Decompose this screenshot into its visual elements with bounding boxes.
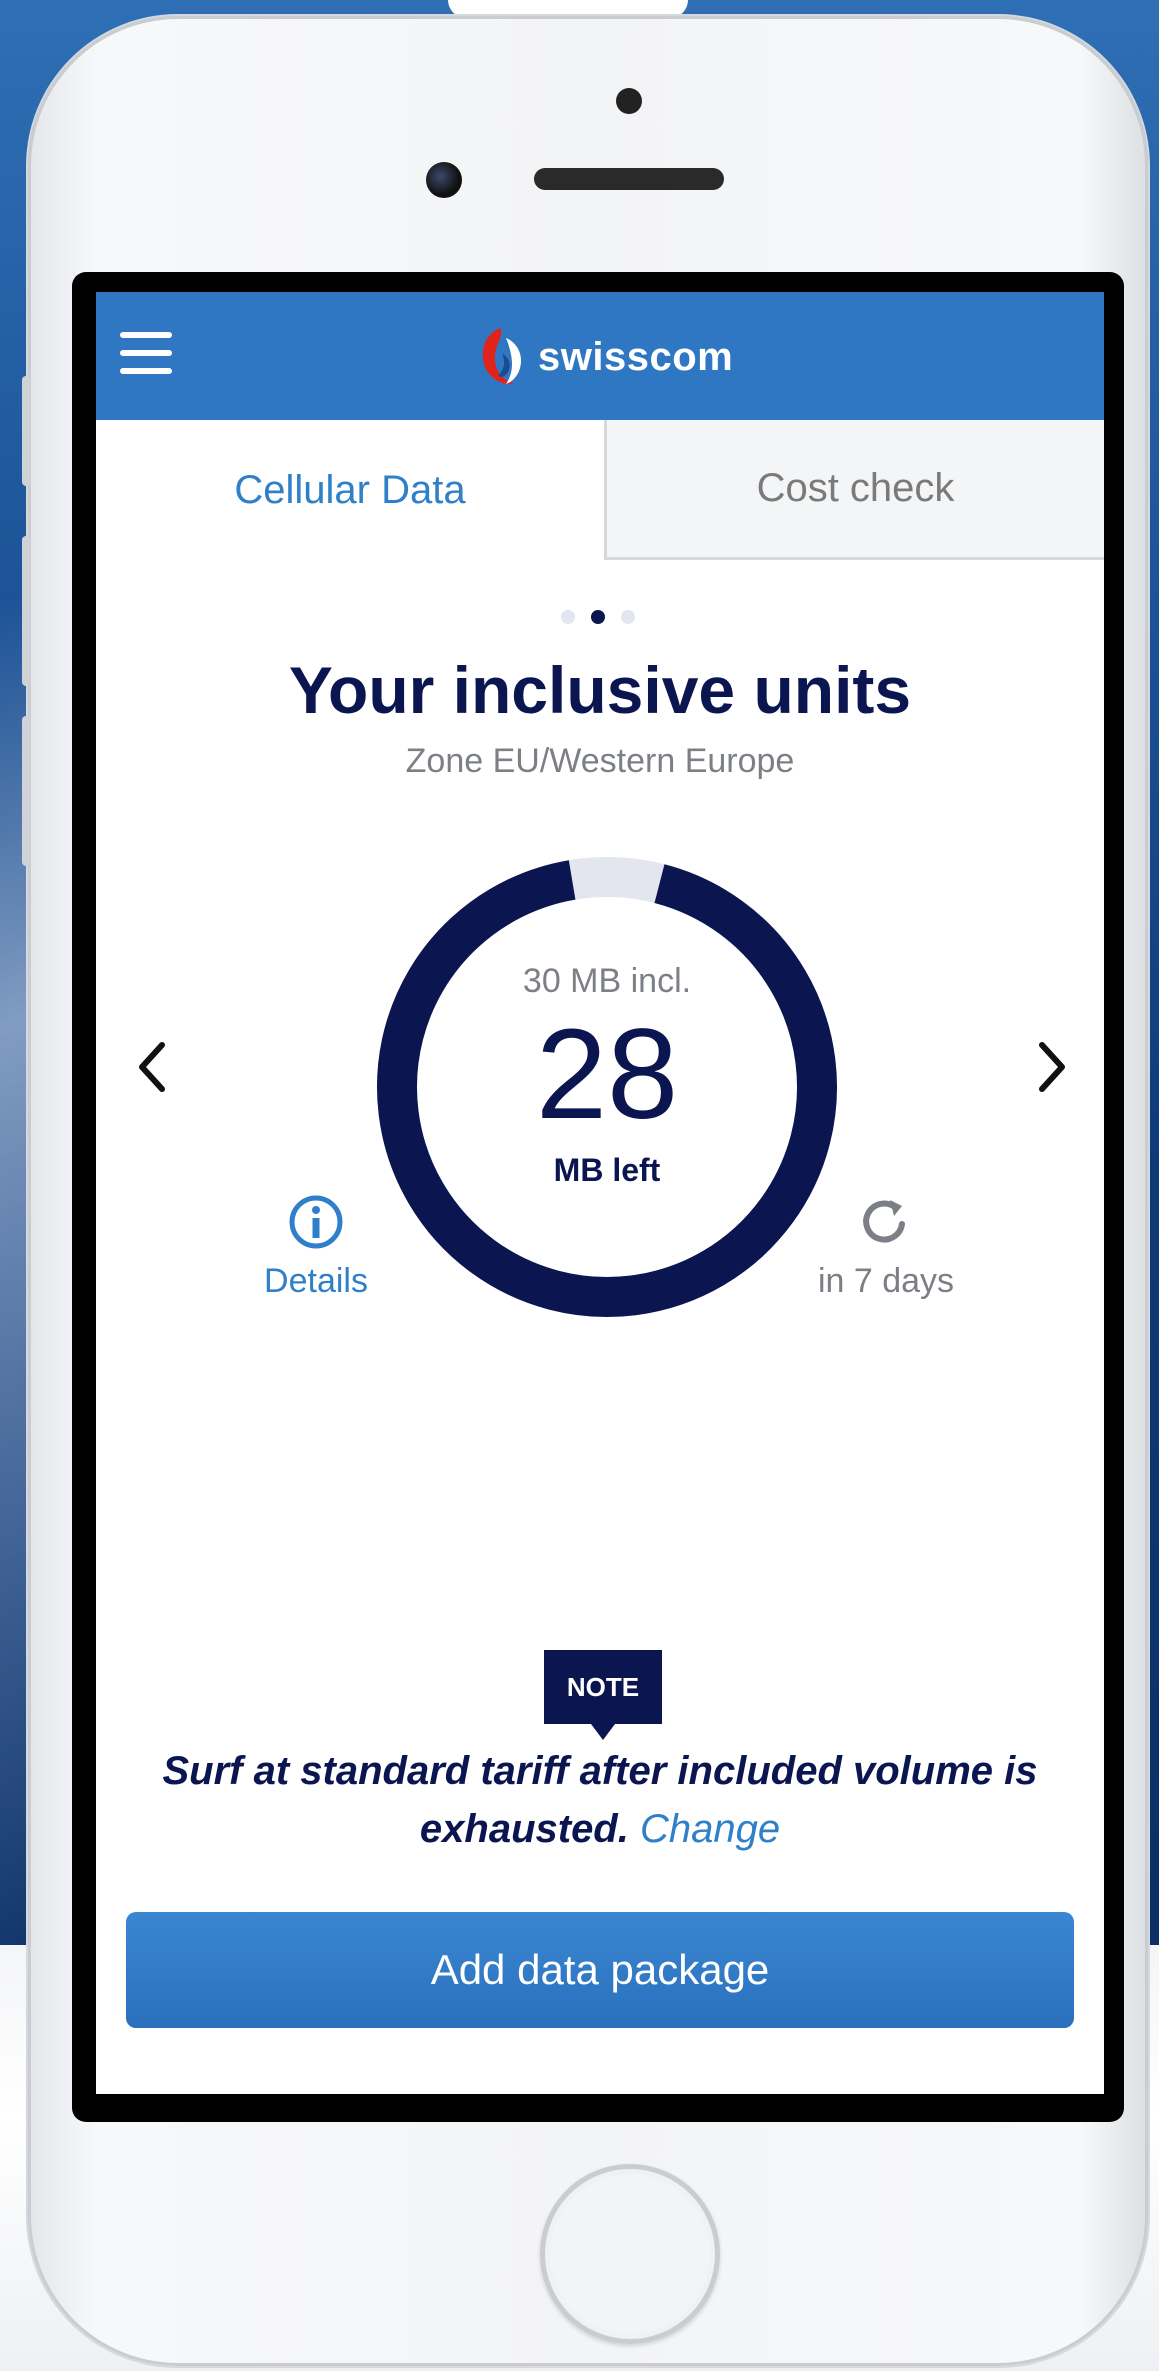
remaining-unit: MB left	[553, 1152, 661, 1188]
mute-switch	[22, 376, 30, 486]
tab-bar: Cellular Data Cost check	[96, 420, 1104, 560]
volume-up-button	[22, 536, 30, 686]
remaining-value: 28	[535, 1003, 679, 1146]
home-button[interactable]	[540, 2164, 720, 2344]
app-header: swisscom	[96, 292, 1104, 420]
add-data-package-button[interactable]: Add data package	[126, 1912, 1074, 2028]
page-dot-active[interactable]	[591, 610, 605, 624]
page-indicator	[561, 610, 635, 624]
page-dot[interactable]	[621, 610, 635, 624]
chevron-left-icon[interactable]	[132, 1037, 172, 1097]
change-link[interactable]: Change	[640, 1807, 780, 1851]
note-text: Surf at standard tariff after included v…	[136, 1742, 1064, 1858]
tab-cellular-data[interactable]: Cellular Data	[96, 420, 604, 560]
brand: swisscom	[476, 322, 733, 392]
note-message: Surf at standard tariff after included v…	[162, 1749, 1038, 1851]
app-screen: swisscom Cellular Data Cost check Your i…	[96, 292, 1104, 2094]
refresh-icon	[863, 1200, 905, 1243]
hamburger-menu-icon[interactable]	[120, 332, 172, 380]
swisscom-logo-icon	[482, 328, 522, 385]
usage-readout: 30 MB incl. 28 MB left	[372, 852, 842, 1322]
earpiece-speaker	[534, 168, 724, 190]
details-link[interactable]: Details	[236, 1262, 396, 1301]
page-title: Your inclusive units	[288, 653, 912, 727]
volume-down-button	[22, 716, 30, 866]
reset-period-label: in 7 days	[817, 1262, 955, 1300]
front-camera	[426, 162, 462, 198]
included-volume-label: 30 MB incl.	[522, 962, 692, 1000]
page-dot[interactable]	[561, 610, 575, 624]
zone-subtitle: Zone EU/Western Europe	[405, 742, 795, 780]
chevron-right-icon[interactable]	[1032, 1037, 1072, 1097]
info-icon[interactable]	[286, 1192, 346, 1252]
proximity-sensor	[616, 88, 642, 114]
brand-name: swisscom	[538, 334, 734, 379]
tab-cost-check[interactable]: Cost check	[604, 420, 1104, 560]
note-badge: NOTE	[544, 1650, 662, 1740]
